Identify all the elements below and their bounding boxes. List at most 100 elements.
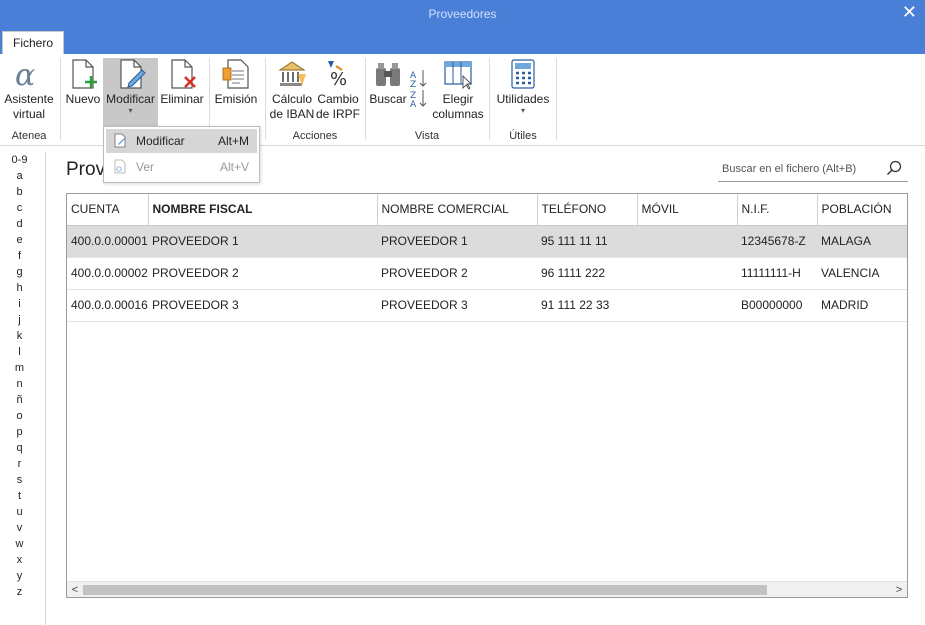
alphabet-index-letter[interactable]: u <box>0 504 45 520</box>
suppliers-table: CUENTA NOMBRE FISCAL NOMBRE COMERCIAL TE… <box>66 193 908 598</box>
cell-nif: B00000000 <box>737 289 817 322</box>
search-icon[interactable] <box>886 160 902 176</box>
table-row[interactable]: 400.0.0.00016 PROVEEDOR 3 PROVEEDOR 3 91… <box>67 289 907 322</box>
menu-item-modificar-shortcut: Alt+M <box>217 134 249 148</box>
ribbon-separator <box>556 58 557 140</box>
table-row[interactable]: 400.0.0.00001 PROVEEDOR 1 PROVEEDOR 1 95… <box>67 225 907 258</box>
cell-cuenta: 400.0.0.00002 <box>67 257 148 290</box>
alphabet-index-letter[interactable]: k <box>0 328 45 344</box>
title-bar: Proveedores ✕ <box>0 0 925 28</box>
alphabet-index-letter[interactable]: q <box>0 440 45 456</box>
column-header-nif[interactable]: N.I.F. <box>737 194 818 226</box>
ribbon-separator <box>365 58 366 140</box>
ribbon-separator <box>60 58 61 140</box>
alphabet-index-letter[interactable]: y <box>0 568 45 584</box>
alphabet-index-letter[interactable]: v <box>0 520 45 536</box>
menu-item-ver-shortcut: Alt+V <box>219 160 249 174</box>
scroll-left-icon[interactable]: < <box>67 582 83 597</box>
search-input[interactable] <box>722 160 882 178</box>
alphabet-index-letter[interactable]: d <box>0 216 45 232</box>
alphabet-index-letter[interactable]: m <box>0 360 45 376</box>
group-label-utiles: Útiles <box>509 130 537 142</box>
alphabet-index-letter[interactable]: w <box>0 536 45 552</box>
column-header-telefono[interactable]: TELÉFONO <box>537 194 638 226</box>
eliminar-button[interactable]: Eliminar <box>160 58 204 107</box>
cell-cuenta: 400.0.0.00001 <box>67 225 148 258</box>
emision-label: Emisión <box>214 92 258 106</box>
column-header-cuenta[interactable]: CUENTA <box>67 194 149 226</box>
modificar-dropdown-menu: Modificar Alt+M Ver Alt+V <box>103 126 260 183</box>
alphabet-index-letter[interactable]: o <box>0 408 45 424</box>
svg-text:α: α <box>15 58 35 90</box>
alphabet-index-letter[interactable]: z <box>0 584 45 600</box>
alphabet-index-letter[interactable]: ñ <box>0 392 45 408</box>
asistente-virtual-label-2: virtual <box>12 107 45 121</box>
menu-item-modificar-label: Modificar <box>136 134 185 148</box>
alphabet-index-letter[interactable]: g <box>0 264 45 280</box>
eliminar-label: Eliminar <box>160 92 204 106</box>
buscar-button[interactable]: Buscar <box>369 58 407 107</box>
alphabet-index-letter[interactable]: s <box>0 472 45 488</box>
alphabet-index-letter[interactable]: p <box>0 424 45 440</box>
close-icon[interactable]: ✕ <box>902 2 917 23</box>
chevron-down-icon: ▾ <box>128 106 133 115</box>
alphabet-index-letter[interactable]: f <box>0 248 45 264</box>
cell-nombre-fiscal: PROVEEDOR 1 <box>148 225 377 258</box>
group-label-acciones: Acciones <box>292 130 338 142</box>
table-row[interactable]: 400.0.0.00002 PROVEEDOR 2 PROVEEDOR 2 96… <box>67 257 907 290</box>
cambio-irpf-label-1: Cambio <box>317 92 359 106</box>
new-document-icon <box>72 59 97 89</box>
calculo-iban-label-2: de IBAN <box>269 107 315 121</box>
ribbon-separator <box>489 58 490 140</box>
cell-poblacion: MADRID <box>817 289 907 322</box>
search-box <box>718 156 908 182</box>
alphabet-index-letter[interactable]: x <box>0 552 45 568</box>
sort-az-icon[interactable]: A Z Z A <box>410 68 428 110</box>
nuevo-button[interactable]: Nuevo <box>64 58 102 107</box>
column-header-nombre-fiscal[interactable]: NOMBRE FISCAL <box>148 194 378 226</box>
scroll-right-icon[interactable]: > <box>891 582 907 597</box>
column-header-nombre-comercial[interactable]: NOMBRE COMERCIAL <box>377 194 538 226</box>
menu-item-ver-label: Ver <box>136 160 155 174</box>
alphabet-index-letter[interactable]: 0-9 <box>0 152 45 168</box>
menu-item-ver[interactable]: Ver Alt+V <box>106 155 257 179</box>
tab-fichero[interactable]: Fichero <box>2 31 64 54</box>
alphabet-index-letter[interactable]: a <box>0 168 45 184</box>
alphabet-index-letter[interactable]: l <box>0 344 45 360</box>
delete-document-icon <box>171 59 196 89</box>
group-label-atenea: Atenea <box>11 130 47 142</box>
menu-item-modificar[interactable]: Modificar Alt+M <box>106 129 257 153</box>
utilidades-button[interactable]: Utilidades ▾ <box>494 58 552 115</box>
cell-movil <box>637 289 737 322</box>
cell-telefono: 95 111 11 11 <box>537 225 637 258</box>
columns-icon <box>444 61 472 90</box>
bank-iban-icon <box>278 61 306 86</box>
alphabet-index-letter[interactable]: r <box>0 456 45 472</box>
horizontal-scrollbar[interactable]: < > <box>67 581 907 597</box>
alphabet-index-letter[interactable]: c <box>0 200 45 216</box>
emision-button[interactable]: Emisión <box>213 58 259 107</box>
alphabet-index-letter[interactable]: h <box>0 280 45 296</box>
alphabet-index-letter[interactable]: t <box>0 488 45 504</box>
scrollbar-thumb[interactable] <box>83 585 767 595</box>
column-header-poblacion[interactable]: POBLACIÓN <box>817 194 907 226</box>
modificar-button[interactable]: Modificar ▾ <box>103 58 158 130</box>
view-document-icon <box>114 159 126 174</box>
column-header-movil[interactable]: MÓVIL <box>637 194 738 226</box>
alphabet-index-letter[interactable]: j <box>0 312 45 328</box>
binoculars-icon <box>376 63 400 86</box>
alphabet-index-letter[interactable]: i <box>0 296 45 312</box>
cell-nif: 11111111-H <box>737 257 817 290</box>
issue-document-icon <box>222 59 249 89</box>
cell-poblacion: VALENCIA <box>817 257 907 290</box>
alphabet-index-letter[interactable]: n <box>0 376 45 392</box>
asistente-virtual-button[interactable]: α Asistente virtual <box>2 58 56 122</box>
calculo-iban-button[interactable]: Cálculo de IBAN <box>269 58 315 122</box>
alphabet-index-letter[interactable]: b <box>0 184 45 200</box>
chevron-down-icon: ▾ <box>520 106 525 115</box>
alphabet-index-letter[interactable]: e <box>0 232 45 248</box>
cell-movil <box>637 257 737 290</box>
table-header-row: CUENTA NOMBRE FISCAL NOMBRE COMERCIAL TE… <box>67 194 907 226</box>
cambio-irpf-button[interactable]: % Cambio de IRPF <box>316 58 360 122</box>
elegir-columnas-button[interactable]: Elegir columnas <box>431 58 485 122</box>
